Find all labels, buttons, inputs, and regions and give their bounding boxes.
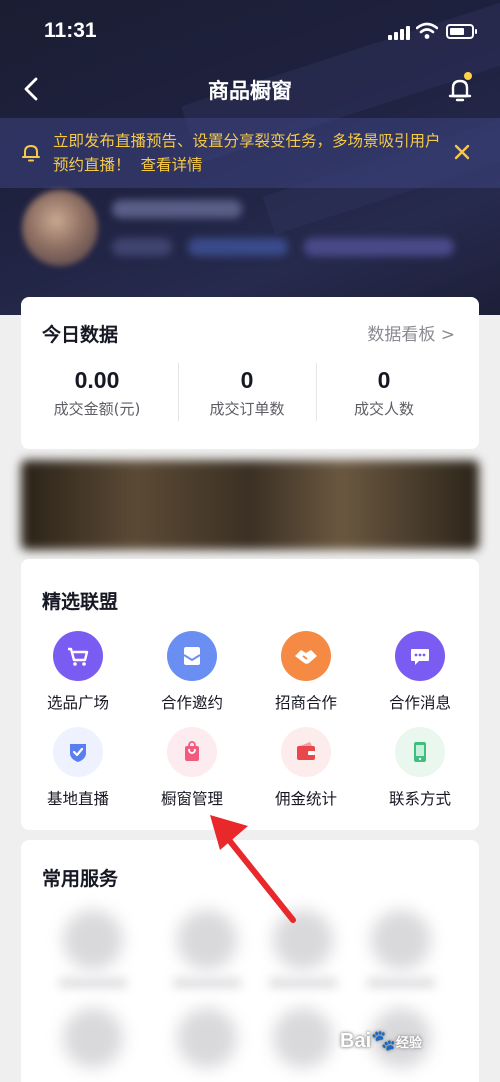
selected-alliance-card: 精选联盟 选品广场 合作邀约 招商合作 合作消息 基地直播 橱窗管理 佣金统计 … xyxy=(21,559,479,830)
service-item[interactable] xyxy=(63,1008,123,1068)
grid-item-collab-invite[interactable]: 合作邀约 xyxy=(135,631,249,713)
grid-item-coop-messages[interactable]: 合作消息 xyxy=(363,631,477,713)
grid-item-label: 橱窗管理 xyxy=(160,790,223,808)
grid-item-merchant-coop[interactable]: 招商合作 xyxy=(249,631,363,713)
grid-item-product-plaza[interactable]: 选品广场 xyxy=(21,631,135,713)
mail-icon xyxy=(167,631,217,681)
grid-item-label: 基地直播 xyxy=(46,790,109,808)
stat-label: 成交金额(元) xyxy=(53,400,141,418)
grid-item-label: 合作邀约 xyxy=(160,694,223,712)
service-item[interactable] xyxy=(273,1008,333,1068)
grid-item-label: 选品广场 xyxy=(46,694,109,712)
close-icon[interactable] xyxy=(452,142,472,162)
notice-link[interactable]: 查看详情 xyxy=(141,156,203,174)
battery-icon xyxy=(446,24,477,39)
service-item[interactable] xyxy=(177,910,237,970)
grid-item-label: 合作消息 xyxy=(388,694,451,712)
stat-label: 成交人数 xyxy=(353,400,414,418)
service-item[interactable] xyxy=(371,910,431,970)
notice-text: 立即发布直播预告、设置分享裂变任务，多场景吸引用户预约直播！ xyxy=(53,132,441,174)
phone-icon xyxy=(395,727,445,777)
dashboard-link[interactable]: 数据看板 > xyxy=(367,320,455,345)
wifi-icon xyxy=(416,22,438,39)
stat-value: 0.00 xyxy=(74,367,120,393)
promo-banner[interactable] xyxy=(21,460,479,550)
status-time: 11:31 xyxy=(44,19,97,42)
today-data-card: 今日数据 数据看板 > 0.00 成交金额(元) 0 成交订单数 0 成交人数 xyxy=(21,297,479,449)
signal-icon xyxy=(388,26,410,40)
cart-icon xyxy=(53,631,103,681)
grid-item-showcase-manage[interactable]: 橱窗管理 xyxy=(135,727,249,809)
bell-icon xyxy=(22,145,40,162)
grid-item-label: 佣金统计 xyxy=(274,790,337,808)
service-item[interactable] xyxy=(63,910,123,970)
alliance-title: 精选联盟 xyxy=(42,591,119,613)
grid-item-commission-stats[interactable]: 佣金统计 xyxy=(249,727,363,809)
stat-label: 成交订单数 xyxy=(209,400,285,418)
stat-value: 0 xyxy=(240,367,254,393)
page-title: 商品橱窗 xyxy=(208,79,292,103)
grid-item-base-live[interactable]: 基地直播 xyxy=(21,727,135,809)
stat-value: 0 xyxy=(377,367,391,393)
service-item[interactable] xyxy=(177,1008,237,1068)
grid-item-label: 招商合作 xyxy=(274,694,337,712)
stat-orders[interactable]: 0 成交订单数 xyxy=(171,367,323,419)
nav-bar: 商品橱窗 xyxy=(0,62,500,118)
notice-banner[interactable]: 立即发布直播预告、设置分享裂变任务，多场景吸引用户预约直播！ 查看详情 xyxy=(0,118,500,188)
grid-item-contact[interactable]: 联系方式 xyxy=(363,727,477,809)
chat-icon xyxy=(395,631,445,681)
handshake-icon xyxy=(281,631,331,681)
avatar[interactable] xyxy=(22,190,98,266)
shopping-bag-icon xyxy=(167,727,217,777)
notification-dot xyxy=(464,72,472,80)
stat-buyers[interactable]: 0 成交人数 xyxy=(308,367,460,419)
services-title: 常用服务 xyxy=(42,868,119,890)
profile-section xyxy=(0,190,500,290)
shield-check-icon xyxy=(53,727,103,777)
service-item[interactable] xyxy=(273,910,333,970)
stat-gmv[interactable]: 0.00 成交金额(元) xyxy=(21,367,173,419)
grid-item-label: 联系方式 xyxy=(388,790,451,808)
status-bar: 11:31 xyxy=(0,0,500,62)
notification-bell-icon[interactable] xyxy=(444,72,476,106)
today-data-title: 今日数据 xyxy=(42,324,119,346)
watermark-logo: Bai🐾经验 xyxy=(340,1030,423,1052)
wallet-icon xyxy=(281,727,331,777)
